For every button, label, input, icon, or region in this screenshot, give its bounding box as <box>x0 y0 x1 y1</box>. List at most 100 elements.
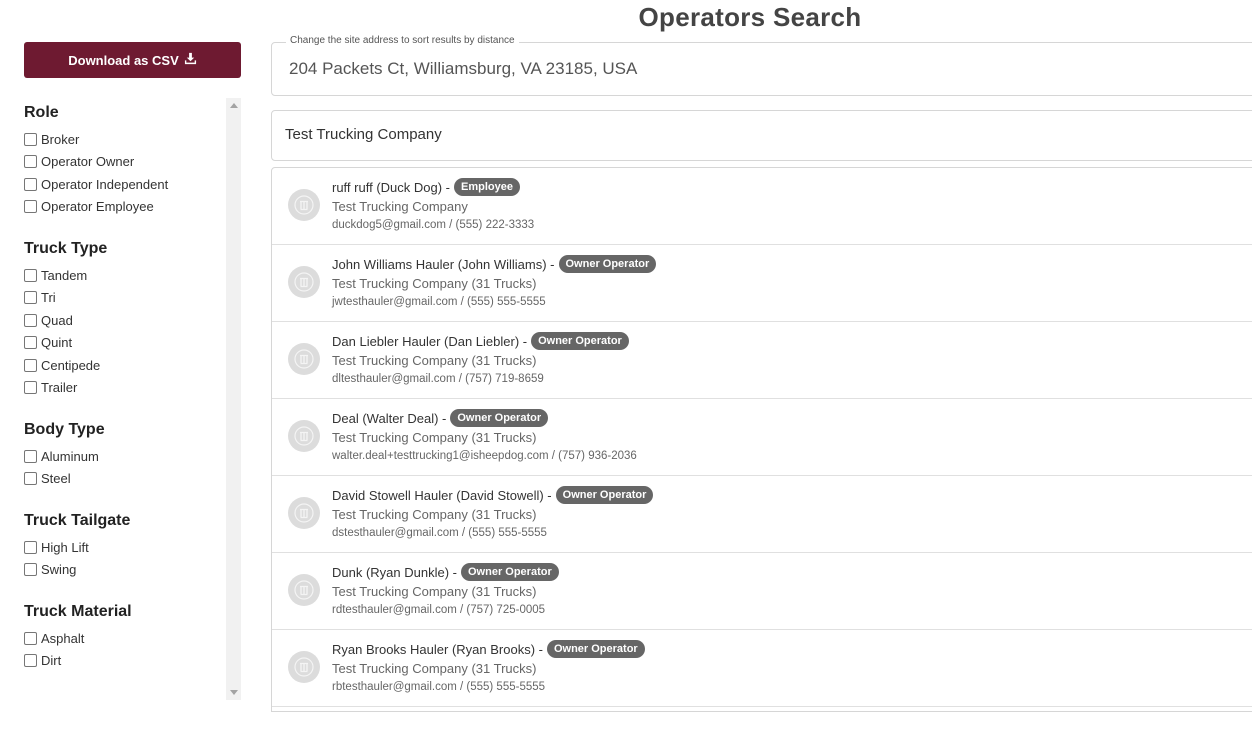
operator-name: David Stowell Hauler (David Stowell) - <box>332 487 552 503</box>
filter-option[interactable]: Centipede <box>24 354 224 377</box>
operator-name-line: Ryan Brooks Hauler (Ryan Brooks) - Owner … <box>332 639 645 659</box>
filter-option[interactable]: Dirt <box>24 650 224 673</box>
download-csv-label: Download as CSV <box>68 52 179 68</box>
operator-company: Test Trucking Company <box>332 199 468 214</box>
operator-info: Ryan Brooks Hauler (Ryan Brooks) - Owner … <box>332 639 645 697</box>
filter-checkbox[interactable] <box>24 291 37 305</box>
filter-group: Truck Type Tandem Tri Quad Quint Centipede Tra… <box>24 240 224 399</box>
filter-option-label: High Lift <box>41 539 89 555</box>
filter-checkbox[interactable] <box>24 654 37 668</box>
filter-option[interactable]: Asphalt <box>24 627 224 650</box>
filter-option-label: Broker <box>41 131 80 147</box>
filter-heading: Role <box>24 104 59 121</box>
filter-checkbox[interactable] <box>24 358 37 372</box>
operator-contact: duckdog5@gmail.com / (555) 222-3333 <box>332 219 535 231</box>
filter-option-label: Operator Employee <box>41 199 154 215</box>
operator-name: ruff ruff (Duck Dog) - <box>332 179 450 195</box>
scroll-down-arrow-icon[interactable] <box>226 685 241 700</box>
filter-option[interactable]: Tandem <box>24 264 224 287</box>
operator-result-row[interactable]: Dan Liebler Hauler (Dan Liebler) - Owner … <box>272 322 1252 399</box>
filter-option-label: Operator Independent <box>41 176 169 192</box>
filter-group: Body Type Aluminum Steel <box>24 421 224 490</box>
filter-option-label: Asphalt <box>41 630 85 646</box>
operator-contact: jwtesthauler@gmail.com / (555) 555-5555 <box>332 296 546 308</box>
filter-checkbox[interactable] <box>24 540 37 554</box>
filter-group: Role Broker Operator Owner Operator Indepen… <box>24 104 224 218</box>
role-badge: Owner Operator <box>531 332 629 350</box>
filter-checkbox[interactable] <box>24 381 37 395</box>
filter-checkbox[interactable] <box>24 631 37 645</box>
operator-result-row[interactable]: John Williams Hauler (John Williams) - Ow… <box>272 245 1252 322</box>
operator-result-row[interactable]: Ryan Brooks Hauler (Ryan Brooks) - Owner … <box>272 630 1252 707</box>
operator-info: David Stowell Hauler (David Stowell) - Ow… <box>332 485 654 543</box>
filter-option[interactable]: Swing <box>24 559 224 582</box>
filter-option[interactable]: Broker <box>24 128 224 151</box>
operator-name-line: John Williams Hauler (John Williams) - Ow… <box>332 254 657 274</box>
filter-option[interactable]: Steel <box>24 468 224 491</box>
operator-result-row[interactable]: Dunk (Ryan Dunkle) - Owner Operator Test T… <box>272 553 1252 630</box>
user-placeholder-icon <box>288 189 320 221</box>
filter-checkbox[interactable] <box>24 177 37 191</box>
operator-info: Dunk (Ryan Dunkle) - Owner Operator Test T… <box>332 562 559 620</box>
scroll-up-arrow-icon[interactable] <box>226 98 241 113</box>
operator-result-row[interactable]: ruff ruff (Duck Dog) - Employee Test Truck… <box>272 168 1252 245</box>
filter-option-label: Tandem <box>41 267 88 283</box>
filter-option[interactable]: Operator Owner <box>24 151 224 174</box>
filter-checkbox[interactable] <box>24 268 37 282</box>
user-placeholder-icon <box>288 266 320 298</box>
operator-name-line: Deal (Walter Deal) - Owner Operator <box>332 408 637 428</box>
filter-option-label: Aluminum <box>41 448 99 464</box>
operator-name: Ryan Brooks Hauler (Ryan Brooks) - <box>332 641 543 657</box>
user-placeholder-icon <box>288 574 320 606</box>
operator-name: Dan Liebler Hauler (Dan Liebler) - <box>332 333 528 349</box>
operator-result-row[interactable]: David Stowell Hauler (David Stowell) - Ow… <box>272 476 1252 553</box>
filter-checkbox[interactable] <box>24 155 37 169</box>
role-badge: Owner Operator <box>546 640 645 658</box>
operator-results-list: ruff ruff (Duck Dog) - Employee Test Truck… <box>271 167 1252 712</box>
company-search-value[interactable]: Test Trucking Company <box>285 126 442 143</box>
filter-checkbox[interactable] <box>24 132 37 146</box>
filter-option-label: Trailer <box>41 380 78 396</box>
filter-checkbox[interactable] <box>24 200 37 214</box>
filter-option[interactable]: Aluminum <box>24 445 224 468</box>
filter-option-label: Quint <box>41 335 73 351</box>
filter-checkbox[interactable] <box>24 449 37 463</box>
site-address-value[interactable]: 204 Packets Ct, Williamsburg, VA 23185, … <box>289 59 637 79</box>
filter-option[interactable]: Tri <box>24 287 224 310</box>
operator-contact: walter.deal+testtrucking1@isheepdog.com … <box>332 450 637 462</box>
operator-company: Test Trucking Company (31 Trucks) <box>332 661 537 676</box>
download-csv-button[interactable]: Download as CSV <box>24 42 241 78</box>
filter-panel: Role Broker Operator Owner Operator Indepen… <box>24 98 224 698</box>
filter-option[interactable]: Quad <box>24 309 224 332</box>
filter-group: Truck Material Asphalt Dirt <box>24 603 224 672</box>
filter-option-label: Dirt <box>41 653 62 669</box>
company-search-field[interactable]: Test Trucking Company <box>271 110 1252 161</box>
filter-option[interactable]: Trailer <box>24 377 224 400</box>
operator-info: ruff ruff (Duck Dog) - Employee Test Truck… <box>332 177 534 235</box>
filter-checkbox[interactable] <box>24 313 37 327</box>
operator-company: Test Trucking Company (31 Trucks) <box>332 276 537 291</box>
filter-option[interactable]: Quint <box>24 332 224 355</box>
operator-info: John Williams Hauler (John Williams) - Ow… <box>332 254 657 312</box>
filter-option[interactable]: Operator Employee <box>24 196 224 219</box>
filter-checkbox[interactable] <box>24 336 37 350</box>
operator-company: Test Trucking Company (31 Trucks) <box>332 507 537 522</box>
filter-option[interactable]: Operator Independent <box>24 173 224 196</box>
operator-info: Deal (Walter Deal) - Owner Operator Test T… <box>332 408 637 466</box>
role-badge: Employee <box>454 178 520 196</box>
user-placeholder-icon <box>288 420 320 452</box>
filter-option-label: Quad <box>41 312 73 328</box>
filter-option-label: Swing <box>41 562 77 578</box>
filter-option-label: Tri <box>41 290 56 306</box>
role-badge: Owner Operator <box>558 255 657 273</box>
role-badge: Owner Operator <box>461 563 559 581</box>
filter-checkbox[interactable] <box>24 563 37 577</box>
operator-name-line: Dunk (Ryan Dunkle) - Owner Operator <box>332 562 559 582</box>
operator-result-row[interactable]: Deal (Walter Deal) - Owner Operator Test T… <box>272 399 1252 476</box>
filter-checkbox[interactable] <box>24 472 37 486</box>
user-placeholder-icon <box>288 651 320 683</box>
role-badge: Owner Operator <box>555 486 654 504</box>
filter-scrollbar[interactable] <box>226 98 241 700</box>
site-address-field[interactable]: Change the site address to sort results … <box>271 35 1252 96</box>
filter-option[interactable]: High Lift <box>24 536 224 559</box>
